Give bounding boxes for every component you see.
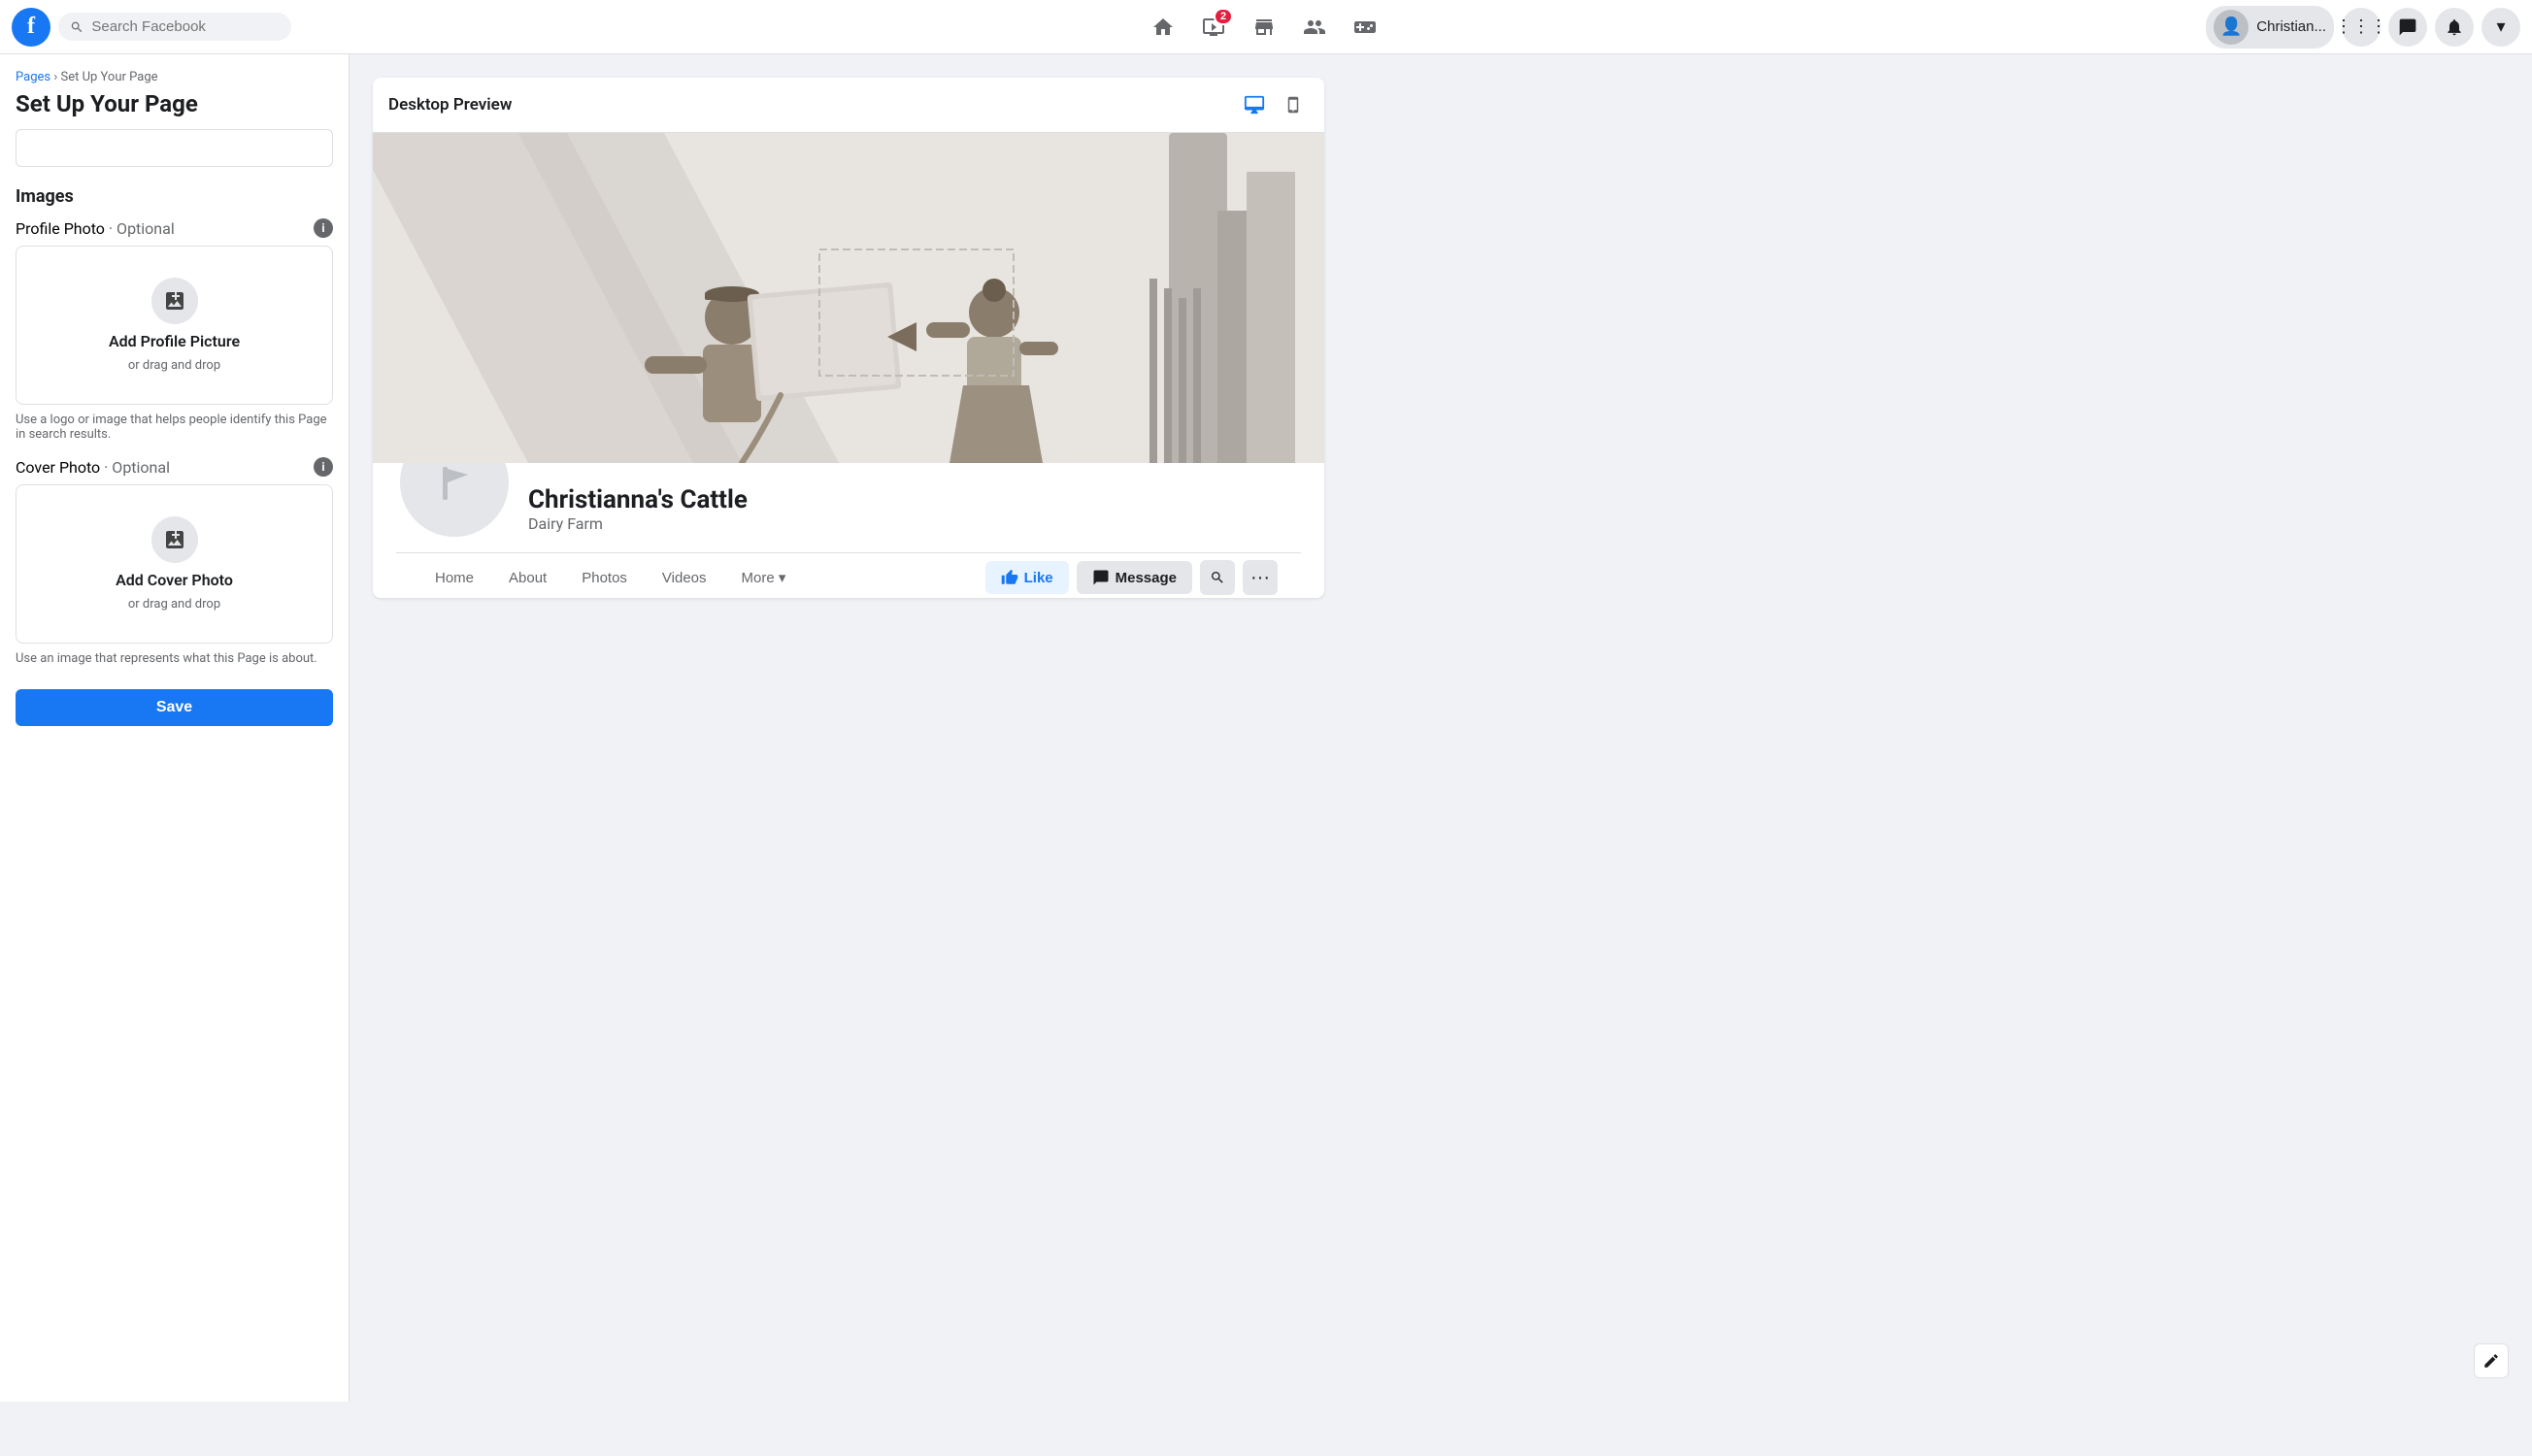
page-nav-tabs: Home About Photos Videos More ▾: [419, 557, 801, 598]
apps-grid-button[interactable]: ⋮⋮⋮: [2342, 8, 2381, 47]
like-button[interactable]: Like: [985, 561, 1069, 594]
tab-more[interactable]: More ▾: [726, 557, 802, 598]
add-cover-icon: [151, 516, 198, 563]
profile-photo-label: Profile Photo · Optional: [16, 219, 175, 238]
nav-marketplace-button[interactable]: [1241, 4, 1287, 50]
content-area: Desktop Preview: [350, 54, 2532, 1402]
save-button[interactable]: Save: [16, 689, 333, 726]
nav-watch-button[interactable]: 2: [1190, 4, 1237, 50]
preview-header: Desktop Preview: [373, 78, 1324, 133]
profile-info: Christianna's Cattle Dairy Farm: [528, 485, 748, 541]
page-search-button[interactable]: [1200, 560, 1235, 595]
profile-photo-upload-box[interactable]: Add Profile Picture or drag and drop: [16, 246, 333, 405]
left-sidebar: Pages › Set Up Your Page Set Up Your Pag…: [0, 54, 350, 1402]
account-menu-button[interactable]: ▾: [2482, 8, 2520, 47]
add-cover-photo-label: Add Cover Photo: [116, 571, 233, 589]
profile-photo-info-icon[interactable]: i: [314, 218, 333, 238]
messenger-button[interactable]: [2388, 8, 2427, 47]
breadcrumb-pages-link[interactable]: Pages: [16, 70, 50, 84]
page-more-button[interactable]: ···: [1243, 560, 1278, 595]
cover-photo-info-icon[interactable]: i: [314, 457, 333, 477]
page-category: Dairy Farm: [528, 514, 748, 533]
user-avatar: 👤: [2214, 10, 2249, 45]
main-layout: Pages › Set Up Your Page Set Up Your Pag…: [0, 54, 2532, 1402]
top-navigation: f 2: [0, 0, 2532, 54]
profile-photo-section: Profile Photo · Optional i Add Profile P…: [16, 218, 333, 442]
search-input[interactable]: [91, 18, 280, 35]
cover-photo-hint: Use an image that represents what this P…: [16, 651, 333, 666]
tab-videos[interactable]: Videos: [647, 557, 722, 598]
nav-right: 👤 Christian... ⋮⋮⋮ ▾: [2206, 6, 2520, 49]
tab-about[interactable]: About: [493, 557, 562, 598]
desktop-view-button[interactable]: [1239, 89, 1270, 120]
nav-gaming-button[interactable]: [1342, 4, 1388, 50]
profile-photo-hint: Use a logo or image that helps people id…: [16, 413, 333, 442]
tab-home[interactable]: Home: [419, 557, 489, 598]
preview-card: Desktop Preview: [373, 78, 1324, 598]
tab-photos[interactable]: Photos: [566, 557, 643, 598]
nav-home-button[interactable]: [1140, 4, 1186, 50]
preview-view-toggle: [1239, 89, 1309, 120]
cover-photo-header: Cover Photo · Optional i: [16, 457, 333, 477]
page-title: Set Up Your Page: [16, 90, 333, 117]
cover-photo-section: Cover Photo · Optional i Add Cover Photo…: [16, 457, 333, 666]
images-section-title: Images: [16, 186, 333, 207]
preview-title: Desktop Preview: [388, 95, 512, 115]
add-profile-picture-label: Add Profile Picture: [109, 332, 240, 350]
search-bar[interactable]: [58, 13, 291, 41]
message-button[interactable]: Message: [1077, 561, 1192, 594]
notifications-button[interactable]: [2435, 8, 2474, 47]
add-photo-icon: [151, 278, 198, 324]
watch-badge: 2: [1214, 8, 1233, 25]
search-icon: [70, 19, 83, 35]
cover-photo-preview: [373, 133, 1324, 463]
page-name: Christianna's Cattle: [528, 485, 748, 514]
nav-center: 2: [330, 4, 2198, 50]
profile-photo-header: Profile Photo · Optional i: [16, 218, 333, 238]
breadcrumb: Pages › Set Up Your Page: [16, 70, 333, 84]
edit-button[interactable]: [2474, 1343, 2509, 1378]
user-profile-button[interactable]: 👤 Christian...: [2206, 6, 2334, 49]
cover-illustration: [373, 133, 1324, 463]
cover-photo-label: Cover Photo · Optional: [16, 458, 170, 477]
cover-photo-upload-box[interactable]: Add Cover Photo or drag and drop: [16, 484, 333, 644]
user-name-label: Christian...: [2256, 18, 2326, 35]
profile-drag-drop-label: or drag and drop: [128, 358, 220, 373]
cover-drag-drop-label: or drag and drop: [128, 597, 220, 612]
facebook-logo: f: [12, 8, 50, 47]
nav-left: f: [12, 8, 322, 47]
nav-groups-button[interactable]: [1291, 4, 1338, 50]
page-nav-actions: Like Message ··: [985, 560, 1278, 595]
page-name-input[interactable]: [16, 129, 333, 167]
mobile-view-button[interactable]: [1278, 89, 1309, 120]
page-nav: Home About Photos Videos More ▾ Like: [396, 553, 1301, 598]
